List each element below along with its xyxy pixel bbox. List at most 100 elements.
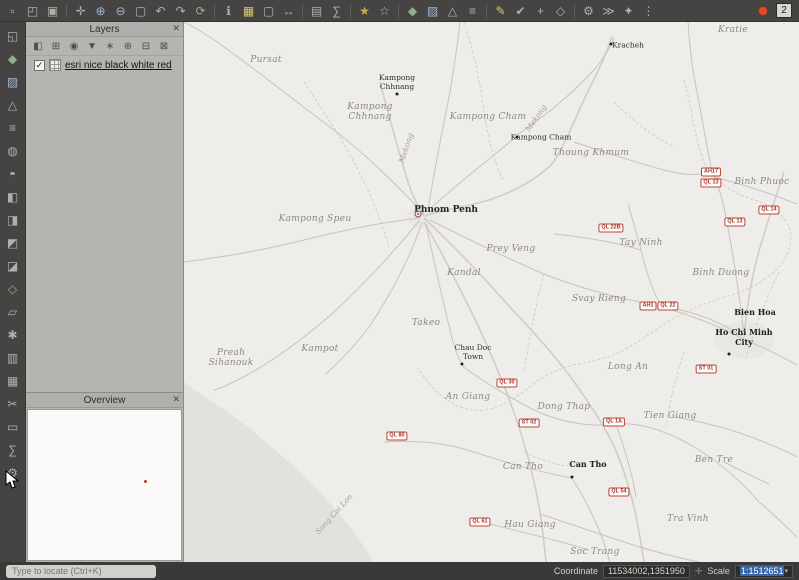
expand-all-icon[interactable]: ⊕ (120, 39, 136, 54)
layers-panel-toolbar: ◧⊞◉▼∗⊕⊟⊠ (26, 37, 183, 56)
add-vector-layer-icon[interactable]: ◆ (403, 2, 422, 20)
notification-record-icon[interactable] (758, 6, 768, 16)
status-bar-right: Coordinate 11534002,1351950 ✛ Scale 1:15… (554, 565, 793, 578)
style-manager-icon[interactable]: ✦ (619, 2, 638, 20)
zoom-full-icon[interactable]: ▢ (131, 2, 150, 20)
toolbar-right-area: 2 (758, 3, 796, 18)
add-mesh-layer-icon[interactable]: △ (4, 96, 22, 113)
status-bar: Coordinate 11534002,1351950 ✛ Scale 1:15… (0, 562, 799, 580)
scale-label: Scale (707, 566, 730, 576)
top-toolbar: ▫◰▣✛⊕⊖▢↶↷⟳ℹ▦▢↔▤∑★☆◆▨△≡✎✔+◇⚙≫✦⋮ 2 (0, 0, 799, 22)
zoom-in-icon[interactable]: ⊕ (91, 2, 110, 20)
toggle-editing-icon[interactable]: ✎ (491, 2, 510, 20)
toolbox-icon[interactable]: ⚙ (4, 464, 22, 481)
save-edits-icon[interactable]: ✔ (511, 2, 530, 20)
layers-panel-titlebar: Layers ✕ (26, 22, 183, 37)
python-console-icon[interactable]: ≫ (599, 2, 618, 20)
toolbar-count-box[interactable]: 2 (776, 3, 792, 18)
zoom-out-icon[interactable]: ⊖ (111, 2, 130, 20)
add-group-icon[interactable]: ⊞ (48, 39, 64, 54)
add-delimited-text-layer-icon[interactable]: ≡ (4, 119, 22, 136)
open-project-icon[interactable]: ◰ (23, 2, 42, 20)
overview-panel-titlebar: Overview ✕ (26, 393, 183, 408)
toolbar-separator (574, 4, 575, 18)
pan-map-icon[interactable]: ✛ (71, 2, 90, 20)
select-features-icon[interactable]: ▦ (239, 2, 258, 20)
raster-layer-icon (49, 59, 61, 71)
toolbar-separator (66, 4, 67, 18)
add-wfs-layer-icon[interactable]: ◩ (4, 234, 22, 251)
toolbar-separator (350, 4, 351, 18)
layer-checkbox[interactable]: ✓ (34, 60, 45, 71)
add-spatialite-layer-icon[interactable]: ◍ (4, 142, 22, 159)
add-vector-layer-icon[interactable]: ◆ (4, 50, 22, 67)
layers-list: ✓ esri nice black white red (26, 56, 183, 392)
map-base-layer (184, 22, 799, 562)
deselect-features-icon[interactable]: ▢ (259, 2, 278, 20)
add-wms-layer-icon[interactable]: ◧ (4, 188, 22, 205)
left-panel-column: Layers ✕ ◧⊞◉▼∗⊕⊟⊠ ✓ esri nice black white… (26, 22, 184, 562)
new-temporary-scratch-layer-icon[interactable]: ✱ (4, 326, 22, 343)
add-xyz-layer-icon[interactable]: ▦ (4, 372, 22, 389)
attributes-table-icon[interactable]: ▤ (307, 2, 326, 20)
add-text-layer-icon[interactable]: ≡ (463, 2, 482, 20)
vertex-tool-icon[interactable]: ◇ (551, 2, 570, 20)
layout-manager-icon[interactable]: ▭ (4, 418, 22, 435)
filter-legend-icon[interactable]: ▼ (84, 39, 100, 54)
data-source-manager-icon[interactable]: ◱ (4, 27, 22, 44)
save-project-icon[interactable]: ▣ (43, 2, 62, 20)
toolbar-separator (486, 4, 487, 18)
refresh-map-icon[interactable]: ⟳ (191, 2, 210, 20)
toolbar-separator (302, 4, 303, 18)
options-icon[interactable]: ⋮ (639, 2, 658, 20)
add-wcs-layer-icon[interactable]: ◨ (4, 211, 22, 228)
new-geopackage-layer-icon[interactable]: ◇ (4, 280, 22, 297)
layer-label: esri nice black white red (65, 60, 172, 71)
zoom-last-icon[interactable]: ↶ (151, 2, 170, 20)
style-copy-icon[interactable]: ✂ (4, 395, 22, 412)
top-toolbar-groups: ▫◰▣✛⊕⊖▢↶↷⟳ℹ▦▢↔▤∑★☆◆▨△≡✎✔+◇⚙≫✦⋮ (3, 2, 658, 20)
add-feature-icon[interactable]: + (531, 2, 550, 20)
layers-panel-title: Layers (26, 24, 183, 35)
overview-panel-close-icon[interactable]: ✕ (172, 394, 180, 405)
field-calculator-icon[interactable]: ∑ (327, 2, 346, 20)
layer-row[interactable]: ✓ esri nice black white red (26, 56, 183, 74)
add-virtual-layer-icon[interactable]: ▥ (4, 349, 22, 366)
admin-boundaries (304, 22, 791, 467)
measure-line-icon[interactable]: ↔ (279, 2, 298, 20)
zoom-next-icon[interactable]: ↷ (171, 2, 190, 20)
locate-input[interactable] (6, 565, 156, 578)
add-postgis-layer-icon[interactable]: ◓ (4, 165, 22, 182)
add-raster-layer-icon[interactable]: ▨ (423, 2, 442, 20)
statistical-summary-icon[interactable]: ∑ (4, 441, 22, 458)
collapse-all-icon[interactable]: ⊟ (138, 39, 154, 54)
rivers-layer (380, 36, 784, 562)
layers-panel-close-icon[interactable]: ✕ (172, 23, 180, 34)
scale-dropdown-caret-icon[interactable]: ▾ (784, 567, 788, 575)
map-canvas[interactable]: KratiePursatKampongChhnangKampong ChamTh… (184, 22, 799, 562)
filter-by-expression-icon[interactable]: ∗ (102, 39, 118, 54)
extents-toggle-icon[interactable]: ✛ (695, 566, 703, 577)
show-bookmarks-icon[interactable]: ☆ (375, 2, 394, 20)
coordinate-label: Coordinate (554, 566, 598, 576)
scale-value: 1:1512651 (740, 566, 785, 576)
new-shapefile-layer-icon[interactable]: ▱ (4, 303, 22, 320)
open-layer-styling-icon[interactable]: ◧ (30, 39, 46, 54)
overview-panel-title: Overview (26, 395, 183, 406)
manage-map-themes-icon[interactable]: ◉ (66, 39, 82, 54)
add-raster-layer-icon[interactable]: ▨ (4, 73, 22, 90)
add-arcgis-layer-icon[interactable]: ◪ (4, 257, 22, 274)
remove-layer-icon[interactable]: ⊠ (156, 39, 172, 54)
new-project-icon[interactable]: ▫ (3, 2, 22, 20)
overview-map[interactable] (27, 409, 182, 561)
add-mesh-layer-icon[interactable]: △ (443, 2, 462, 20)
new-bookmark-icon[interactable]: ★ (355, 2, 374, 20)
overview-extent-indicator (144, 480, 147, 483)
toolbar-separator (398, 4, 399, 18)
sea-area (184, 382, 374, 562)
processing-toolbox-icon[interactable]: ⚙ (579, 2, 598, 20)
left-toolbar: ◱ ◆ ▨ △ ≡ ◍ ◓ ◧ ◨ ◩ ◪ ◇ ▱ ✱ ▥ ▦ ✂ ▭ ∑ ⚙ (0, 22, 26, 562)
identify-features-icon[interactable]: ℹ (219, 2, 238, 20)
coordinate-field[interactable]: 11534002,1351950 (603, 565, 690, 578)
scale-combo[interactable]: 1:1512651 ▾ (735, 565, 793, 578)
